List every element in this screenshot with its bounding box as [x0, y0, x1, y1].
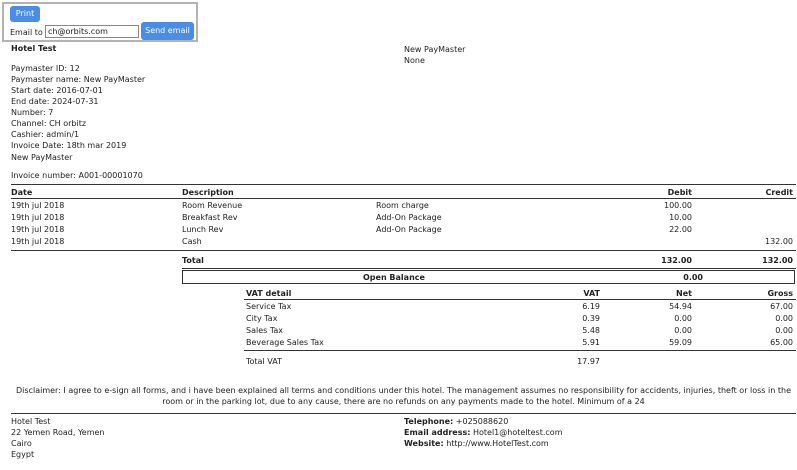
- footer-street: 22 Yemen Road, Yemen: [11, 428, 105, 437]
- row-date: 19th jul 2018: [11, 201, 65, 210]
- vat-row-name: City Tax: [246, 314, 278, 323]
- vat-total-label: Total VAT: [246, 357, 282, 366]
- invoice-number: Invoice number: A001-00001070: [11, 171, 143, 180]
- vat-row-gross: 0.00: [775, 326, 793, 335]
- right-paymaster-extra: None: [404, 56, 425, 65]
- hotel-name: Hotel Test: [11, 44, 57, 53]
- vat-row: Service Tax 6.19 54.94 67.00: [0, 302, 797, 314]
- paymaster-name-2: New PayMaster: [11, 153, 73, 162]
- right-paymaster-name: New PayMaster: [404, 45, 466, 54]
- row-description: Lunch Rev: [182, 225, 224, 234]
- vat-total-value: 17.97: [577, 357, 600, 366]
- vat-row-net: 59.09: [669, 338, 692, 347]
- vat-row-gross: 67.00: [770, 302, 793, 311]
- total-credit: 132.00: [762, 256, 793, 265]
- channel: Channel: CH orbitz: [11, 119, 87, 128]
- table-row: 19th jul 2018 Cash 132.00: [0, 237, 797, 249]
- vat-row-name: Sales Tax: [246, 326, 284, 335]
- vat-row-net: 0.00: [674, 314, 692, 323]
- vat-row-name: Beverage Sales Tax: [246, 338, 324, 347]
- end-date: End date: 2024-07-31: [11, 97, 99, 106]
- table-row: 19th jul 2018 Breakfast Rev Add-On Packa…: [0, 213, 797, 225]
- send-email-button[interactable]: Send email: [141, 22, 194, 40]
- paymaster-id: Paymaster ID: 12: [11, 64, 80, 73]
- website-label: Website:: [404, 439, 444, 448]
- start-date: Start date: 2016-07-01: [11, 86, 103, 95]
- cashier: Cashier: admin/1: [11, 130, 80, 139]
- footer-telephone: Telephone: +025088620: [404, 417, 508, 426]
- paymaster-name: Paymaster name: New PayMaster: [11, 75, 146, 84]
- col-header-credit: Credit: [765, 188, 793, 197]
- row-debit: 22.00: [669, 225, 692, 234]
- vat-header-net: Net: [676, 289, 692, 298]
- telephone-value: +025088620: [455, 417, 509, 426]
- footer-rule: [11, 413, 796, 414]
- row-credit: 132.00: [765, 237, 793, 246]
- number: Number: 7: [11, 108, 54, 117]
- footer-email: Email address: Hotel1@hoteltest.com: [404, 428, 563, 437]
- table-row: 19th jul 2018 Lunch Rev Add-On Package 2…: [0, 225, 797, 237]
- vat-row-vat: 5.91: [582, 338, 600, 347]
- total-debit: 132.00: [661, 256, 692, 265]
- vat-row-gross: 65.00: [770, 338, 793, 347]
- row-date: 19th jul 2018: [11, 225, 65, 234]
- vat-body-rule: [244, 350, 796, 351]
- vat-row-vat: 0.39: [582, 314, 600, 323]
- invoice-date: Invoice Date: 18th mar 2019: [11, 141, 127, 150]
- vat-row-gross: 0.00: [775, 314, 793, 323]
- vat-row-vat: 5.48: [582, 326, 600, 335]
- vat-header-gross: Gross: [767, 289, 793, 298]
- col-header-debit: Debit: [667, 188, 692, 197]
- table-top-rule: [11, 184, 796, 185]
- total-label: Total: [182, 256, 204, 265]
- vat-row-net: 0.00: [674, 326, 692, 335]
- row-detail: Add-On Package: [376, 225, 442, 234]
- row-description: Cash: [182, 237, 202, 246]
- vat-header-detail: VAT detail: [246, 289, 292, 298]
- row-detail: Room charge: [376, 201, 429, 210]
- email-input[interactable]: [45, 25, 139, 38]
- row-detail: Add-On Package: [376, 213, 442, 222]
- vat-row: City Tax 0.39 0.00 0.00: [0, 314, 797, 326]
- footer-hotel-name: Hotel Test: [11, 417, 51, 426]
- action-toolbar: Print Email to : Send email: [2, 2, 198, 42]
- table-row: 19th jul 2018 Room Revenue Room charge 1…: [0, 201, 797, 213]
- open-balance-value: 0.00: [683, 273, 703, 282]
- row-date: 19th jul 2018: [11, 213, 65, 222]
- row-debit: 100.00: [664, 201, 692, 210]
- vat-row-net: 54.94: [669, 302, 692, 311]
- footer-country: Egypt: [11, 450, 35, 459]
- open-balance-box: Open Balance 0.00: [182, 270, 795, 284]
- row-description: Room Revenue: [182, 201, 243, 210]
- vat-header-vat: VAT: [583, 289, 600, 298]
- vat-row: Sales Tax 5.48 0.00 0.00: [0, 326, 797, 338]
- row-description: Breakfast Rev: [182, 213, 238, 222]
- email-to-label: Email to :: [10, 28, 49, 37]
- row-debit: 10.00: [669, 213, 692, 222]
- table-body-rule: [11, 250, 796, 251]
- telephone-label: Telephone:: [404, 417, 454, 426]
- print-button[interactable]: Print: [10, 6, 40, 22]
- col-header-date: Date: [11, 188, 33, 197]
- email-address-label: Email address:: [404, 428, 471, 437]
- total-rule: [182, 268, 796, 269]
- email-address-value: Hotel1@hoteltest.com: [472, 428, 563, 437]
- disclaimer: Disclaimer: I agree to e-sign all forms,…: [16, 386, 791, 406]
- col-header-description: Description: [182, 188, 234, 197]
- vat-header-rule: [244, 299, 796, 300]
- table-header-rule: [11, 198, 796, 199]
- footer-website: Website: http://www.HotelTest.com: [404, 439, 549, 448]
- website-value[interactable]: http://www.HotelTest.com: [446, 439, 549, 448]
- footer-city: Cairo: [11, 439, 32, 448]
- vat-row-name: Service Tax: [246, 302, 292, 311]
- vat-row: Beverage Sales Tax 5.91 59.09 65.00: [0, 338, 797, 350]
- row-date: 19th jul 2018: [11, 237, 65, 246]
- open-balance-label: Open Balance: [363, 273, 425, 282]
- vat-row-vat: 6.19: [582, 302, 600, 311]
